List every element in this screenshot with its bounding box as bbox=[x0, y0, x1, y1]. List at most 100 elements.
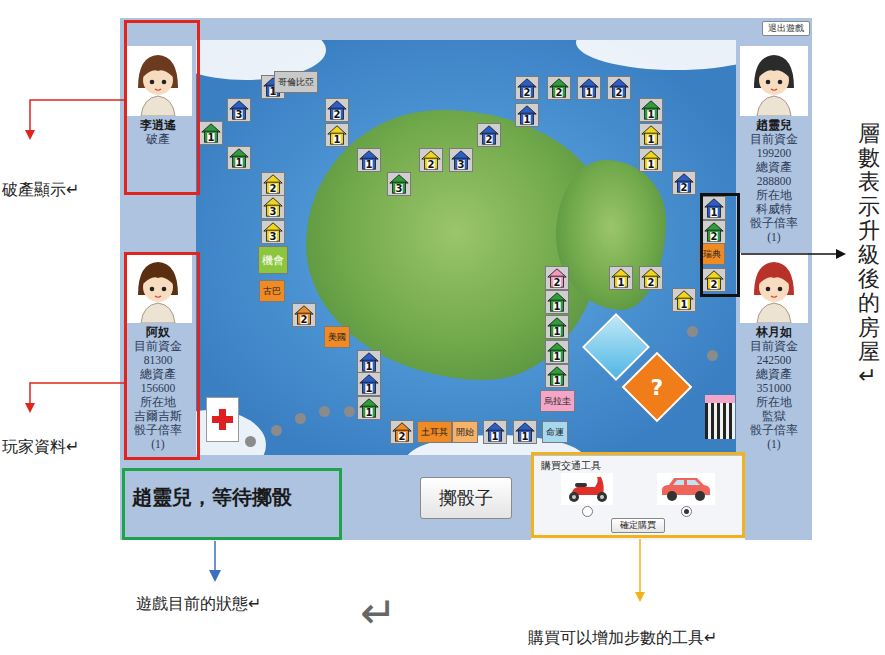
house-tile[interactable]: 1 bbox=[357, 396, 381, 420]
annotation-label: 遊戲目前的狀態↵ bbox=[136, 594, 261, 614]
transport-panel: 購買交通工具確定購買 bbox=[531, 456, 745, 540]
house-tile[interactable]: 1 bbox=[357, 148, 381, 172]
house-level: 1 bbox=[703, 207, 725, 218]
house-tile[interactable]: 2 bbox=[419, 148, 443, 172]
house-tile[interactable]: 2 bbox=[547, 76, 571, 100]
house-level: 1 bbox=[546, 301, 568, 312]
house-level: 3 bbox=[450, 159, 472, 170]
exit-game-button[interactable]: 退出遊戲 bbox=[762, 21, 810, 36]
house-tile[interactable]: 1 bbox=[639, 123, 663, 147]
player-info: 156600 bbox=[141, 381, 176, 395]
transport-option[interactable] bbox=[657, 473, 715, 517]
place-tile[interactable]: 命運 bbox=[542, 421, 568, 443]
player-info: 總資產 bbox=[140, 367, 176, 381]
transport-option[interactable] bbox=[561, 473, 613, 517]
house-tile[interactable]: 1 bbox=[545, 364, 569, 388]
red-cross-icon bbox=[207, 398, 238, 441]
house-level: 2 bbox=[703, 231, 725, 242]
path-dot bbox=[344, 406, 355, 417]
house-tile[interactable]: 1 bbox=[515, 103, 539, 127]
house-level: 1 bbox=[514, 431, 536, 442]
house-level: 1 bbox=[200, 132, 222, 143]
house-tile[interactable]: 1 bbox=[325, 123, 349, 147]
house-level: 2 bbox=[640, 277, 662, 288]
place-tile[interactable]: 哥倫比亞 bbox=[274, 71, 318, 93]
house-level: 2 bbox=[478, 134, 500, 145]
place-tile[interactable]: 機會 bbox=[258, 246, 288, 274]
house-level: 1 bbox=[358, 407, 380, 418]
house-level: 1 bbox=[484, 431, 506, 442]
car-icon bbox=[657, 473, 715, 505]
house-tile[interactable]: 2 bbox=[390, 420, 414, 444]
player-info: 破產 bbox=[146, 132, 170, 146]
house-tile[interactable]: 2 bbox=[702, 220, 726, 244]
house-tile[interactable]: 2 bbox=[515, 76, 539, 100]
house-level: 3 bbox=[388, 183, 410, 194]
house-tile[interactable]: 1 bbox=[639, 98, 663, 122]
place-tile[interactable]: 美國 bbox=[324, 326, 350, 348]
house-tile[interactable]: 2 bbox=[477, 123, 501, 147]
player-info: 骰子倍率 bbox=[750, 216, 798, 230]
house-level: 3 bbox=[228, 109, 250, 120]
roll-dice-button[interactable]: 擲骰子 bbox=[420, 477, 512, 519]
house-tile[interactable]: 1 bbox=[672, 288, 696, 312]
house-tile[interactable]: 1 bbox=[199, 121, 223, 145]
control-bar: 趙靈兒，等待擲骰擲骰子購買交通工具確定購買 bbox=[120, 455, 812, 540]
player-info: 骰子倍率 bbox=[134, 423, 182, 437]
transport-radio[interactable] bbox=[681, 506, 692, 517]
annotation-arrow bbox=[25, 383, 124, 413]
annotation-arrow bbox=[635, 539, 645, 602]
house-tile[interactable]: 1 bbox=[545, 315, 569, 339]
house-tile[interactable]: 3 bbox=[227, 98, 251, 122]
house-level: 1 bbox=[578, 87, 600, 98]
annotation-box bbox=[122, 468, 342, 540]
house-tile[interactable]: 2 bbox=[639, 266, 663, 290]
annotation-arrow bbox=[741, 249, 846, 259]
house-tile[interactable]: 2 bbox=[325, 98, 349, 122]
place-tile[interactable]: 古巴 bbox=[259, 280, 285, 302]
house-tile[interactable]: 2 bbox=[672, 171, 696, 195]
house-level: 2 bbox=[516, 87, 538, 98]
house-tile[interactable]: 2 bbox=[545, 266, 569, 290]
house-tile[interactable]: 3 bbox=[261, 195, 285, 219]
place-tile[interactable]: 開始 bbox=[452, 421, 478, 443]
house-tile[interactable]: 1 bbox=[483, 420, 507, 444]
house-tile[interactable]: 1 bbox=[545, 340, 569, 364]
house-tile[interactable]: 1 bbox=[513, 420, 537, 444]
house-tile[interactable]: 3 bbox=[449, 148, 473, 172]
place-tile[interactable]: 烏拉圭 bbox=[540, 390, 575, 412]
radio-dot bbox=[684, 509, 689, 514]
house-level: 2 bbox=[673, 182, 695, 193]
player-card: 趙靈兒目前資金199200總資產288800所在地科威特骰子倍率(1) bbox=[736, 46, 812, 253]
house-tile[interactable]: 1 bbox=[577, 76, 601, 100]
house-tile[interactable]: 1 bbox=[227, 146, 251, 170]
house-tile[interactable]: 2 bbox=[261, 172, 285, 196]
house-tile[interactable]: 2 bbox=[607, 76, 631, 100]
house-tile[interactable]: 1 bbox=[545, 290, 569, 314]
transport-title: 購買交通工具 bbox=[539, 460, 737, 472]
house-tile[interactable]: 1 bbox=[357, 372, 381, 396]
player-info: 目前資金 bbox=[750, 339, 798, 353]
house-tile[interactable]: 1 bbox=[639, 148, 663, 172]
house-tile[interactable]: 1 bbox=[609, 266, 633, 290]
transport-radio[interactable] bbox=[582, 506, 593, 517]
confirm-purchase-button[interactable]: 確定購買 bbox=[611, 518, 665, 533]
house-tile[interactable]: 2 bbox=[702, 268, 726, 292]
house-tile[interactable]: 3 bbox=[387, 172, 411, 196]
place-tile[interactable]: 土耳其 bbox=[417, 421, 452, 443]
player-info: 目前資金 bbox=[134, 339, 182, 353]
path-dot bbox=[687, 326, 698, 337]
player-info: (1) bbox=[767, 437, 780, 451]
jail-tile bbox=[705, 395, 735, 439]
house-tile[interactable]: 2 bbox=[292, 303, 316, 327]
player-info: 監獄 bbox=[762, 409, 786, 423]
path-dot bbox=[295, 413, 306, 424]
place-tile[interactable]: 瑞典 bbox=[699, 243, 725, 265]
player-info: 科威特 bbox=[756, 202, 792, 216]
game-window: 李逍遙破產阿奴目前資金81300總資產156600所在地吉爾吉斯骰子倍率(1)?… bbox=[120, 18, 812, 540]
house-tile[interactable]: 1 bbox=[702, 196, 726, 220]
house-level: 1 bbox=[516, 114, 538, 125]
house-tile[interactable]: 3 bbox=[261, 220, 285, 244]
house-tile[interactable]: 1 bbox=[357, 350, 381, 374]
house-level: 1 bbox=[228, 157, 250, 168]
